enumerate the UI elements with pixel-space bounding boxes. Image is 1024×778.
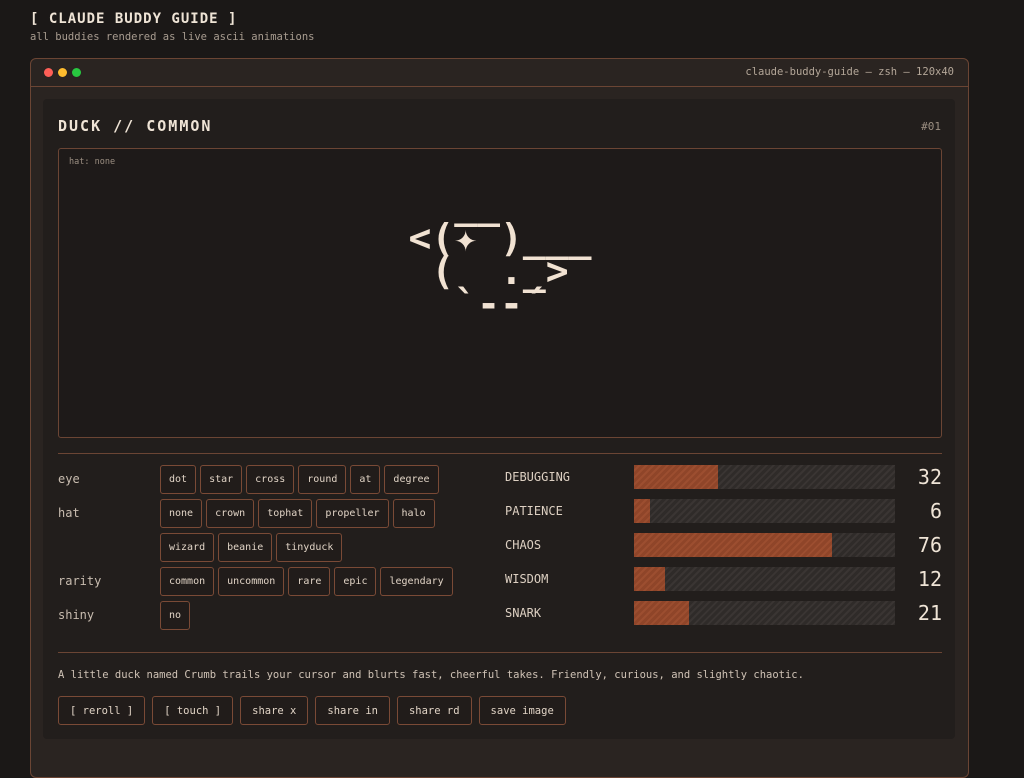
stat-label: CHAOS [505,538,542,552]
option-label: shiny [58,608,95,622]
option-chips: common uncommon rare epic legendary [160,567,470,596]
window-title: claude-buddy-guide — zsh — 120x40 [745,66,954,78]
stat-bar-fill [634,567,666,591]
minimize-dot-icon[interactable] [58,68,67,77]
stat-row-wisdom: WISDOM 12 [505,567,942,591]
chip-rarity-legendary[interactable]: legendary [380,567,453,596]
chip-eye-dot[interactable]: dot [160,465,197,494]
stat-label: DEBUGGING [505,470,571,484]
chip-eye-round[interactable]: round [298,465,347,494]
stat-value: 12 [917,567,942,591]
option-row-hat: hat none crown tophat propeller halo wizard bea… [58,499,478,562]
stat-value: 21 [917,601,942,625]
touch-button[interactable]: [ touch ] [152,696,234,725]
reroll-button[interactable]: [ reroll ] [58,696,146,725]
chip-hat-beanie[interactable]: beanie [218,533,273,562]
chip-hat-tinyduck[interactable]: tinyduck [276,533,343,562]
stat-row-snark: SNARK 21 [505,601,942,625]
chip-hat-none[interactable]: none [160,499,203,528]
chip-hat-halo[interactable]: halo [392,499,435,528]
stat-bar [634,499,895,523]
option-chips: dot star cross round at degree [160,465,470,494]
chip-hat-wizard[interactable]: wizard [160,533,215,562]
share-x-button[interactable]: share x [240,696,309,725]
stat-bar [634,567,895,591]
stat-label: PATIENCE [505,504,563,518]
option-chips: no [160,601,470,630]
stat-bar [634,533,895,557]
divider [58,652,942,653]
option-label: eye [58,472,80,486]
save-image-button[interactable]: save image [478,696,566,725]
stat-bar-fill [634,499,650,523]
option-label: rarity [58,574,102,588]
page-title: [ CLAUDE BUDDY GUIDE ] [30,11,238,27]
stat-bar-fill [634,465,718,489]
stat-value: 76 [917,533,942,557]
stat-bar [634,465,895,489]
stat-row-chaos: CHAOS 76 [505,533,942,557]
buddy-card: DUCK // COMMON #01 hat: none __ <(✦ )___… [43,99,955,739]
option-row-shiny: shiny no [58,601,478,630]
buddy-description: A little duck named Crumb trails your cu… [58,669,804,681]
chip-hat-crown[interactable]: crown [206,499,255,528]
hat-label: hat: none [69,157,116,167]
stat-row-patience: PATIENCE 6 [505,499,942,523]
chip-eye-star[interactable]: star [200,465,243,494]
chip-rarity-epic[interactable]: epic [334,567,377,596]
chip-eye-at[interactable]: at [350,465,381,494]
stat-bar-fill [634,533,833,557]
stat-value: 32 [917,465,942,489]
close-dot-icon[interactable] [44,68,53,77]
chip-shiny-no[interactable]: no [160,601,191,630]
chip-rarity-rare[interactable]: rare [288,567,331,596]
buddy-name: DUCK // COMMON [58,117,213,135]
chip-eye-degree[interactable]: degree [384,465,439,494]
options-panel: eye dot star cross round at degree hat none crown… [58,465,478,635]
stat-row-debugging: DEBUGGING 32 [505,465,942,489]
stat-value: 6 [929,499,942,523]
option-label: hat [58,506,80,520]
divider [58,453,942,454]
option-row-eye: eye dot star cross round at degree [58,465,478,494]
chip-rarity-uncommon[interactable]: uncommon [218,567,285,596]
stat-label: SNARK [505,606,542,620]
page-subtitle: all buddies rendered as live ascii anima… [30,31,315,43]
share-rd-button[interactable]: share rd [396,696,472,725]
chip-eye-cross[interactable]: cross [246,465,295,494]
ascii-canvas: hat: none __ <(✦ )___ ( ._> `--´ [58,148,942,438]
chip-hat-propeller[interactable]: propeller [316,499,389,528]
chip-hat-tophat[interactable]: tophat [258,499,313,528]
stat-bar-fill [634,601,689,625]
option-row-rarity: rarity common uncommon rare epic legendary [58,567,478,596]
stat-label: WISDOM [505,572,549,586]
duck-ascii-art: __ <(✦ )___ ( ._> `--´ [408,183,592,326]
terminal-window: claude-buddy-guide — zsh — 120x40 DUCK /… [30,58,969,778]
buddy-number: #01 [921,120,941,133]
stats-panel: DEBUGGING 32 PATIENCE 6 CHAOS 76 WISDOM 12 SNARK… [505,465,942,635]
stat-bar [634,601,895,625]
title-bar: claude-buddy-guide — zsh — 120x40 [31,59,968,87]
option-chips: none crown tophat propeller halo wizard beanie… [160,499,470,562]
share-in-button[interactable]: share in [315,696,390,725]
maximize-dot-icon[interactable] [72,68,81,77]
action-buttons: [ reroll ][ touch ] share x share in share … [58,696,566,725]
chip-rarity-common[interactable]: common [160,567,215,596]
